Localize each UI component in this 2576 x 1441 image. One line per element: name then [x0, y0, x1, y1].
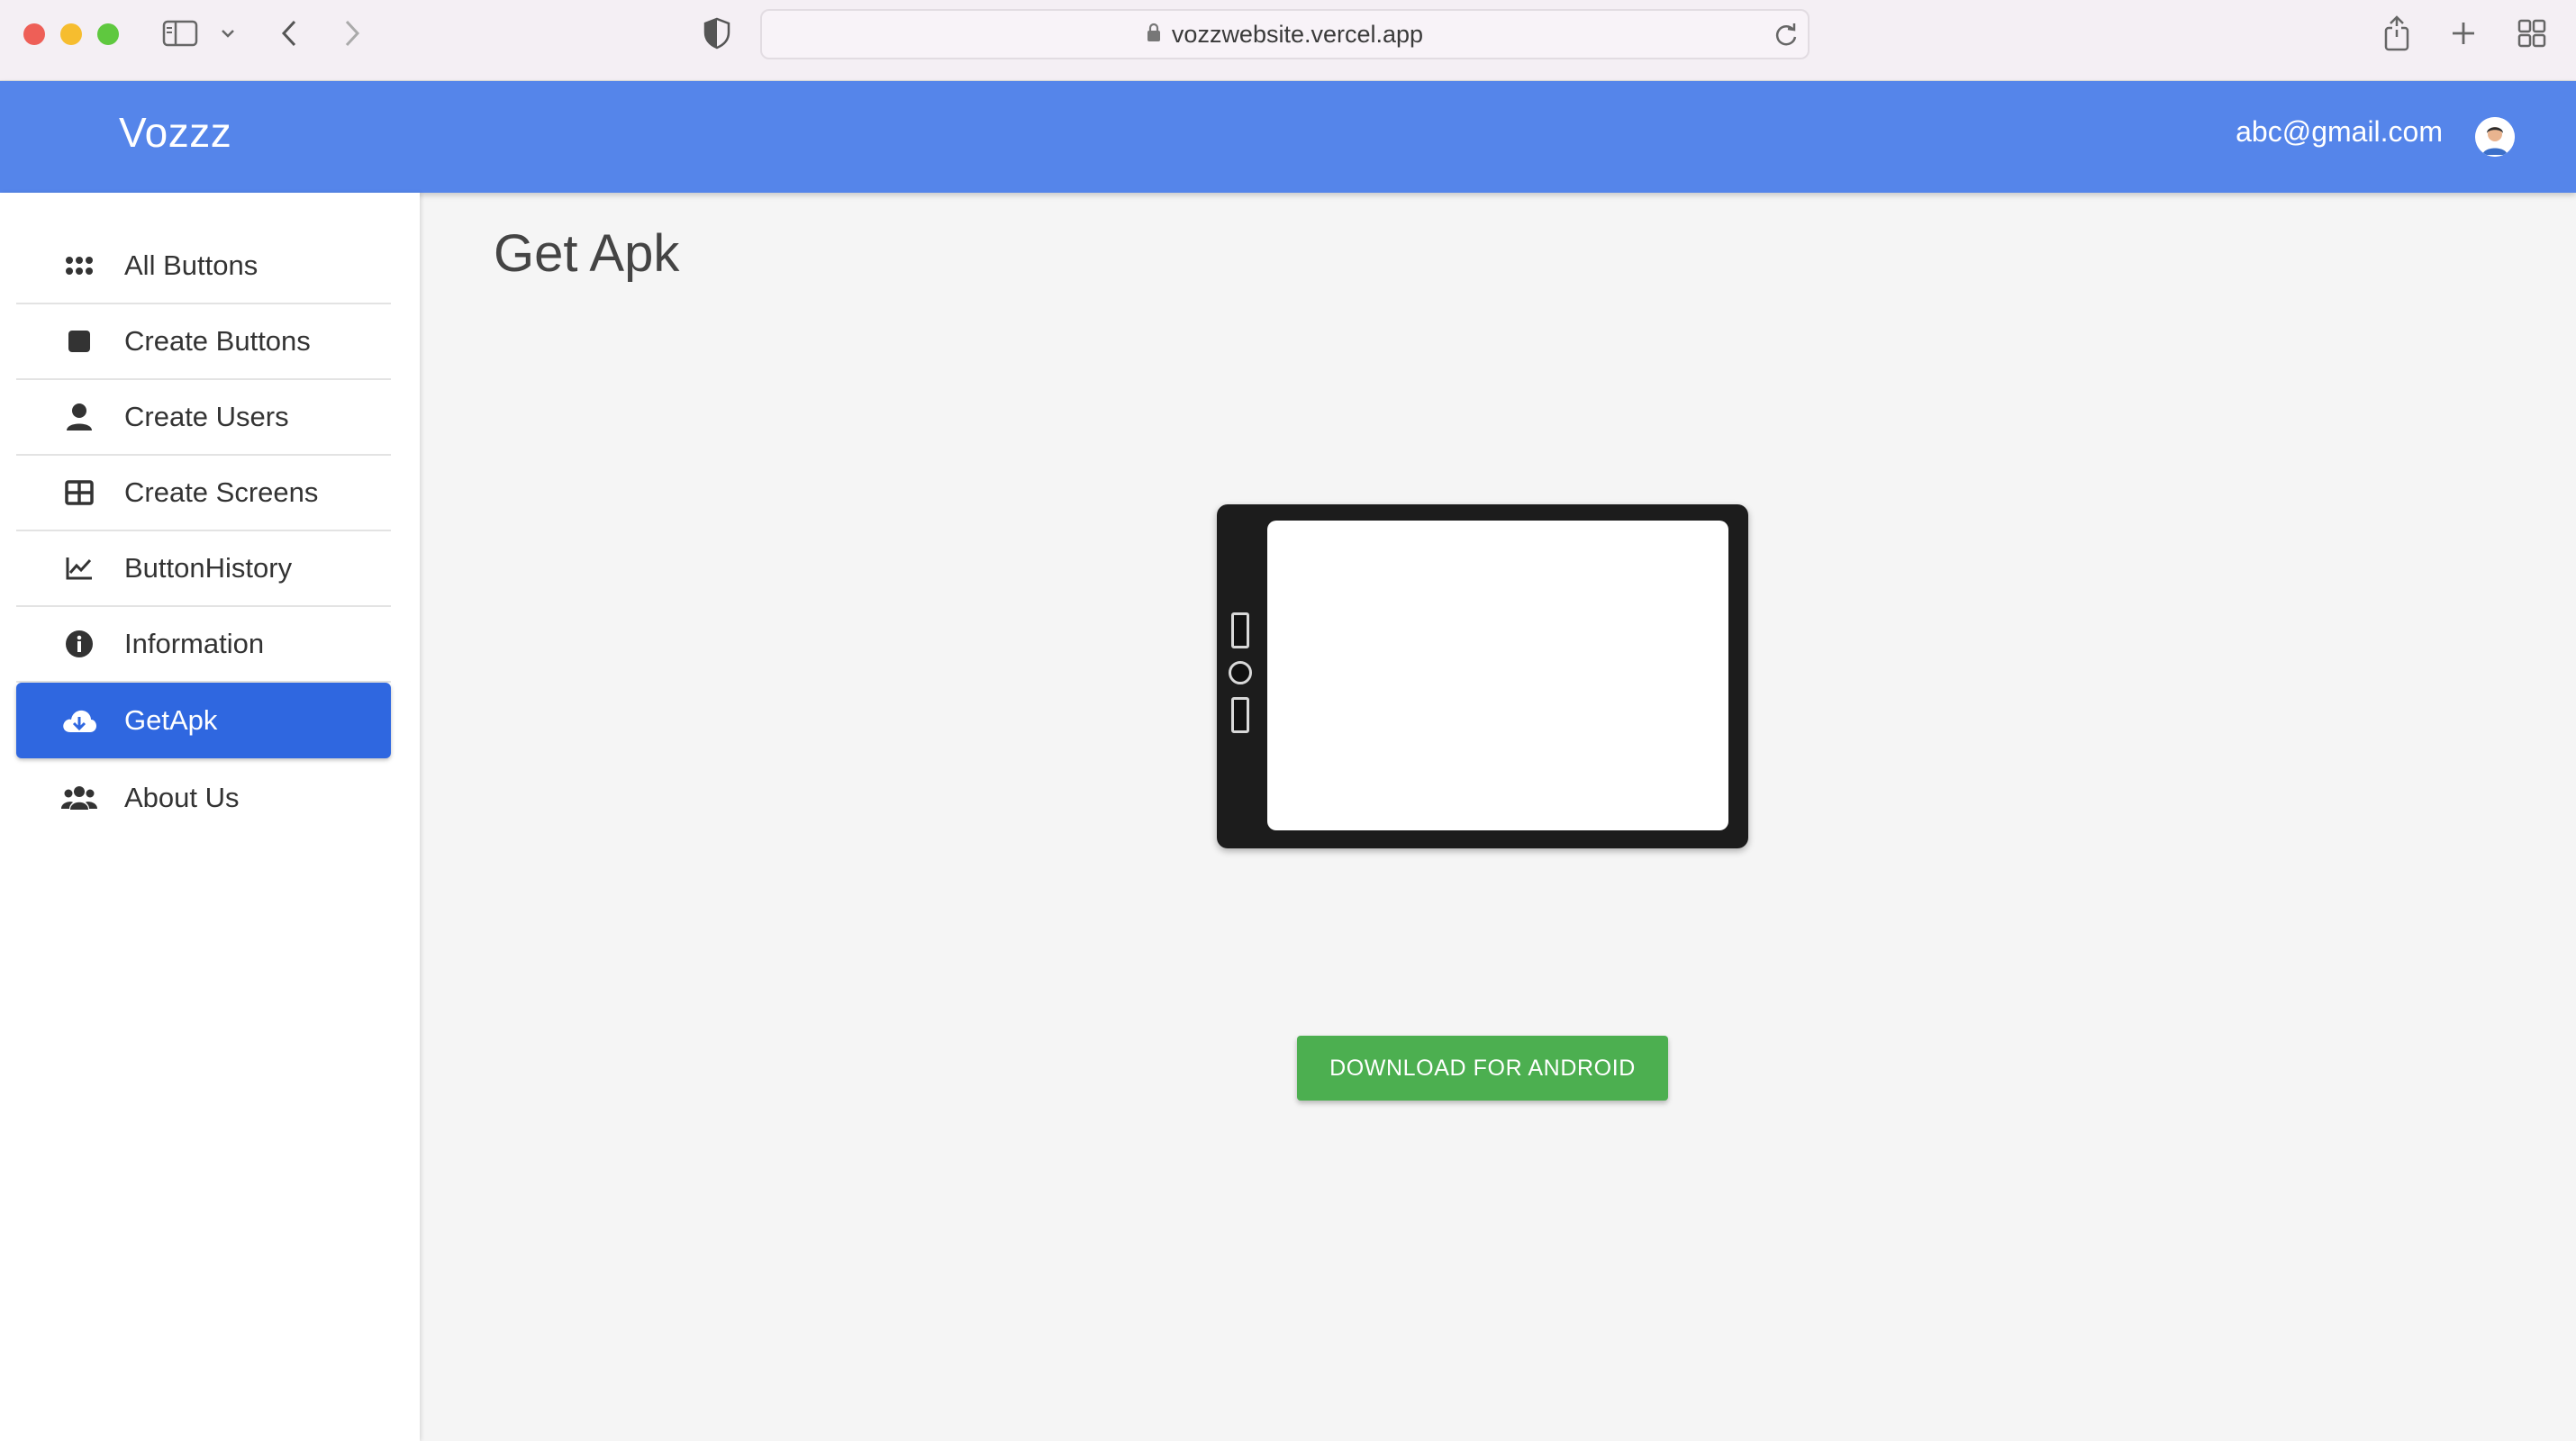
sidebar-item-label: Create Buttons: [124, 325, 311, 357]
sidebar-item-all-buttons[interactable]: All Buttons: [16, 229, 391, 304]
tablet-button-top: [1231, 612, 1249, 648]
lock-icon: [1147, 21, 1161, 49]
reload-icon[interactable]: [1773, 22, 1799, 55]
info-icon: [61, 626, 97, 662]
sidebar-item-information[interactable]: Information: [16, 607, 391, 683]
sidebar-item-label: Create Users: [124, 401, 289, 432]
back-icon[interactable]: [279, 16, 299, 50]
address-bar[interactable]: vozzwebsite.vercel.app: [760, 9, 1810, 59]
sidebar-item-label: GetApk: [124, 704, 218, 736]
group-icon: [61, 780, 97, 816]
square-icon: [61, 323, 97, 359]
page-title: Get Apk: [494, 224, 680, 283]
browser-toolbar: vozzwebsite.vercel.app: [0, 0, 2576, 81]
cloud-download-icon: [61, 702, 97, 739]
sidebar-item-label: Create Screens: [124, 476, 319, 508]
sidebar-item-label: All Buttons: [124, 249, 259, 281]
new-tab-icon[interactable]: [2450, 16, 2477, 50]
shield-icon[interactable]: [703, 16, 731, 50]
tablet-screen: [1267, 521, 1728, 830]
tablet-button-bottom: [1231, 697, 1249, 733]
sidebar-item-create-users[interactable]: Create Users: [16, 380, 391, 456]
avatar[interactable]: [2475, 117, 2515, 157]
sidebar-item-button-history[interactable]: ButtonHistory: [16, 531, 391, 607]
sidebar-toggle-icon[interactable]: [162, 16, 198, 50]
download-android-button[interactable]: DOWNLOAD FOR ANDROID: [1297, 1036, 1668, 1101]
close-window-button[interactable]: [23, 23, 45, 45]
forward-icon[interactable]: [342, 16, 362, 50]
tablet-illustration: [1217, 504, 1748, 848]
sidebar-item-create-buttons[interactable]: Create Buttons: [16, 304, 391, 380]
brand-logo[interactable]: Vozzz: [119, 108, 231, 157]
minimize-window-button[interactable]: [60, 23, 82, 45]
main-content: Get Apk DOWNLOAD FOR ANDROID: [420, 193, 2576, 1441]
chevron-down-icon[interactable]: [220, 16, 236, 50]
sidebar-item-label: About Us: [124, 782, 240, 813]
sidebar: All Buttons Create Buttons Create Users …: [0, 193, 420, 1441]
sidebar-item-create-screens[interactable]: Create Screens: [16, 456, 391, 531]
sidebar-nav: All Buttons Create Buttons Create Users …: [16, 229, 391, 836]
user-email: abc@gmail.com: [2236, 115, 2443, 148]
url-text: vozzwebsite.vercel.app: [1171, 20, 1424, 48]
table-icon: [61, 475, 97, 511]
apps-grid-icon: [61, 248, 97, 284]
share-icon[interactable]: [2382, 15, 2411, 51]
sidebar-item-about-us[interactable]: About Us: [16, 760, 391, 836]
tab-overview-icon[interactable]: [2517, 16, 2547, 50]
app-header: Vozzz abc@gmail.com: [0, 81, 2576, 193]
window-controls: [23, 23, 119, 45]
person-icon: [61, 399, 97, 435]
sidebar-item-label: Information: [124, 628, 265, 659]
sidebar-item-get-apk[interactable]: GetApk: [16, 683, 391, 758]
sidebar-item-label: ButtonHistory: [124, 552, 293, 584]
line-chart-icon: [61, 550, 97, 586]
zoom-window-button[interactable]: [97, 23, 119, 45]
tablet-home-button: [1229, 661, 1252, 684]
